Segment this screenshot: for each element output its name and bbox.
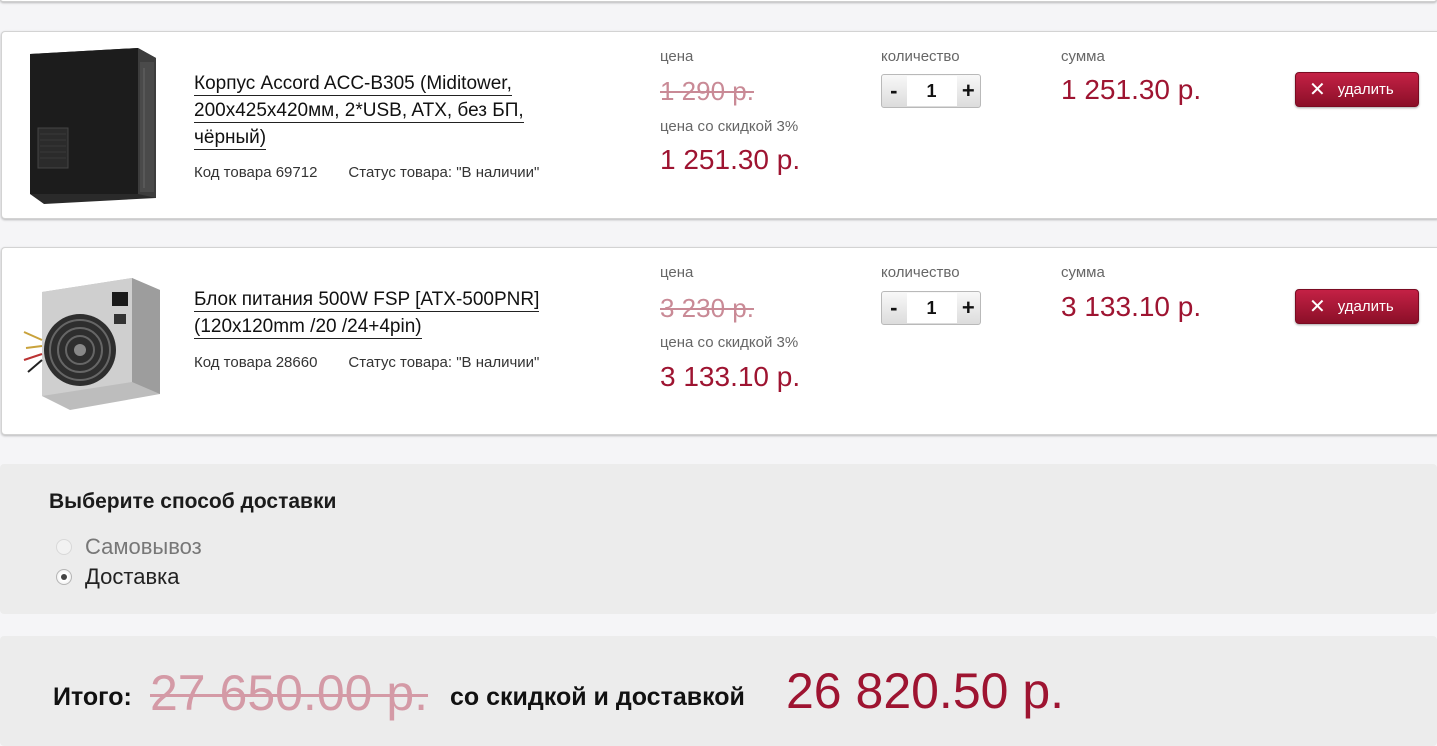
item-code: Код товара 69712 bbox=[194, 164, 318, 181]
discount-price: 3 133.10 р. bbox=[660, 361, 801, 392]
item-name-line[interactable]: Корпус Accord ACC-B305 (Miditower, bbox=[194, 73, 512, 96]
total-price: 26 820.50 р. bbox=[786, 663, 1065, 719]
delivery-option-pickup[interactable]: Самовывоз bbox=[56, 534, 202, 560]
discount-price: 1 251.30 р. bbox=[660, 144, 801, 175]
delivery-option-label: Самовывоз bbox=[85, 534, 202, 559]
cart-item: Блок питания 500W FSP [ATX-500PNR] (120x… bbox=[1, 247, 1437, 435]
power-supply-image[interactable] bbox=[20, 264, 162, 420]
item-name-link[interactable]: Корпус Accord ACC-B305 (Miditower, 200x4… bbox=[194, 70, 594, 151]
total-old-price: 27 650.00 р. bbox=[150, 665, 429, 721]
close-icon: ✕ bbox=[1309, 295, 1326, 318]
item-name-link[interactable]: Блок питания 500W FSP [ATX-500PNR] (120x… bbox=[194, 286, 594, 340]
quantity-minus-button[interactable]: - bbox=[882, 292, 906, 324]
delete-button[interactable]: ✕ удалить bbox=[1295, 289, 1419, 324]
radio-button[interactable] bbox=[56, 539, 72, 555]
quantity-label: количество bbox=[881, 48, 960, 65]
quantity-minus-button[interactable]: - bbox=[882, 75, 906, 107]
delivery-option-courier[interactable]: Доставка bbox=[56, 564, 179, 590]
item-status: Статус товара: "В наличии" bbox=[348, 354, 540, 371]
item-status: Статус товара: "В наличии" bbox=[348, 164, 540, 181]
total-discount-label: со скидкой и доставкой bbox=[450, 683, 745, 711]
sum-label: сумма bbox=[1061, 264, 1105, 281]
delete-button[interactable]: ✕ удалить bbox=[1295, 72, 1419, 107]
item-meta: Код товара 28660 Статус товара: "В наличи… bbox=[194, 354, 539, 371]
item-sum: 3 133.10 р. bbox=[1061, 291, 1202, 322]
item-name-line[interactable]: Блок питания 500W FSP [ATX-500PNR] bbox=[194, 289, 540, 312]
total-label: Итого: bbox=[53, 683, 132, 711]
delete-label: удалить bbox=[1337, 81, 1394, 98]
item-sum: 1 251.30 р. bbox=[1061, 74, 1202, 105]
quantity-input[interactable] bbox=[906, 293, 957, 323]
delete-label: удалить bbox=[1337, 298, 1394, 315]
discount-price-label: цена со скидкой 3% bbox=[660, 118, 799, 135]
old-price: 1 290 р. bbox=[660, 76, 754, 106]
delivery-option-label: Доставка bbox=[85, 564, 180, 589]
radio-button[interactable] bbox=[56, 569, 72, 585]
price-label: цена bbox=[660, 264, 694, 281]
cart-item: Корпус Accord ACC-B305 (Miditower, 200x4… bbox=[1, 31, 1437, 219]
delivery-title: Выберите способ доставки bbox=[49, 490, 337, 513]
item-meta: Код товара 69712 Статус товара: "В наличи… bbox=[194, 164, 539, 181]
quantity-plus-button[interactable]: + bbox=[957, 292, 981, 324]
discount-price-label: цена со скидкой 3% bbox=[660, 334, 799, 351]
delivery-section: Выберите способ доставки Самовывоз Доста… bbox=[0, 464, 1437, 614]
item-name-line[interactable]: (120x120mm /20 /24+4pin) bbox=[194, 316, 422, 339]
close-icon: ✕ bbox=[1309, 78, 1326, 101]
quantity-stepper: - + bbox=[881, 74, 981, 108]
item-name-line[interactable]: 200x425x420мм, 2*USB, ATX, без БП, bbox=[194, 100, 524, 123]
quantity-stepper: - + bbox=[881, 291, 981, 325]
old-price: 3 230 р. bbox=[660, 293, 754, 323]
price-label: цена bbox=[660, 48, 694, 65]
sum-label: сумма bbox=[1061, 48, 1105, 65]
quantity-input[interactable] bbox=[906, 76, 957, 106]
previous-item-card bbox=[0, 0, 1437, 2]
quantity-label: количество bbox=[881, 264, 960, 281]
pc-case-image[interactable] bbox=[20, 48, 162, 204]
total-section: Итого: 27 650.00 р. со скидкой и доставк… bbox=[0, 636, 1437, 746]
item-code: Код товара 28660 bbox=[194, 354, 318, 371]
quantity-plus-button[interactable]: + bbox=[957, 75, 981, 107]
item-name-line[interactable]: чёрный) bbox=[194, 127, 267, 150]
